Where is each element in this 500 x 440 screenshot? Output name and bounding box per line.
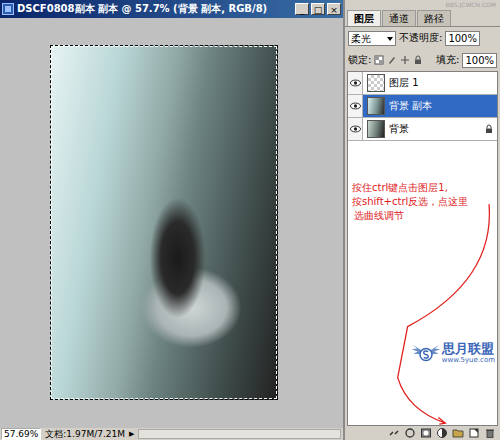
panel-tab[interactable]: 路径 bbox=[417, 10, 451, 26]
watermark-name: 思月联盟 bbox=[442, 341, 494, 356]
opacity-label: 不透明度: bbox=[399, 31, 442, 45]
blend-mode-dropdown[interactable]: 柔光 bbox=[348, 31, 396, 46]
layer-list-empty-area: 按住ctrl键点击图层1,按shift+ctrl反选，点这里选曲线调节思月联盟w… bbox=[348, 141, 497, 425]
canvas-area bbox=[0, 18, 343, 428]
adjustment-layer-icon[interactable] bbox=[436, 427, 448, 439]
window-buttons: _□× bbox=[295, 3, 341, 15]
opacity-field[interactable]: 100% bbox=[445, 31, 480, 46]
lock-move-icon[interactable] bbox=[400, 55, 410, 65]
visibility-toggle[interactable] bbox=[348, 72, 363, 94]
blend-row: 柔光不透明度:100% bbox=[345, 27, 500, 49]
arrow-icon bbox=[348, 141, 497, 425]
visibility-toggle[interactable] bbox=[348, 95, 363, 117]
layer-name: 图层 1 bbox=[389, 76, 494, 90]
winged-s-logo-icon bbox=[411, 341, 441, 365]
photoshop-icon bbox=[2, 3, 14, 15]
window-button[interactable]: × bbox=[327, 3, 341, 15]
annotation-line: 按住ctrl键点击图层1, bbox=[352, 181, 495, 195]
layer-row[interactable]: 背景 副本 bbox=[348, 95, 497, 118]
lock-all-icon[interactable] bbox=[413, 55, 423, 65]
photoshop-screen: DSCF0808副本 副本 @ 57.7% (背景 副本, RGB/8)_□× 5… bbox=[0, 0, 500, 440]
layer-list: 图层 1 背景 副本背景按住ctrl键点击图层1,按shift+ctrl反选，点这… bbox=[347, 71, 498, 426]
lock-row: 锁定: 填充:100% bbox=[345, 49, 500, 71]
lock-brush-icon[interactable] bbox=[387, 55, 397, 65]
watermark-text: BBS.JCWCN.COM bbox=[446, 1, 496, 9]
layer-style-icon[interactable] bbox=[404, 427, 416, 439]
eye-icon bbox=[350, 79, 361, 87]
watermark-url: www.5yue.com bbox=[442, 356, 495, 365]
layer-row[interactable]: 图层 1 bbox=[348, 72, 497, 95]
status-bar: 57.69% 文档:1.97M/7.21M ▶ bbox=[0, 428, 343, 440]
annotation: 按住ctrl键点击图层1,按shift+ctrl反选，点这里选曲线调节 bbox=[348, 141, 497, 223]
fill-field[interactable]: 100% bbox=[462, 53, 497, 68]
panel-tab[interactable]: 图层 bbox=[347, 10, 381, 26]
horizontal-scrollbar[interactable] bbox=[138, 429, 341, 439]
panel-tab[interactable]: 通道 bbox=[382, 10, 416, 26]
dropdown-caret-icon bbox=[387, 37, 393, 41]
layer-thumbnail bbox=[367, 120, 385, 138]
panel-header: BBS.JCWCN.COM bbox=[345, 0, 500, 10]
panel-tabs: 图层通道路径 bbox=[345, 10, 500, 27]
lock-transparency-icon[interactable] bbox=[374, 55, 384, 65]
document-size: 文档:1.97M/7.21M bbox=[45, 428, 125, 440]
eye-icon bbox=[350, 125, 361, 133]
zoom-field[interactable]: 57.69% bbox=[1, 428, 41, 440]
watermark-name-block: 思月联盟www.5yue.com bbox=[442, 341, 495, 365]
layer-name: 背景 副本 bbox=[389, 99, 494, 113]
mask-icon[interactable] bbox=[420, 427, 432, 439]
selection-marquee bbox=[50, 45, 278, 400]
layer-name: 背景 bbox=[389, 122, 480, 136]
annotation-line: 按shift+ctrl反选，点这里 bbox=[352, 195, 495, 209]
annotation-line: 选曲线调节 bbox=[352, 209, 495, 223]
eye-icon bbox=[350, 102, 361, 110]
folder-icon[interactable] bbox=[452, 427, 464, 439]
padlock-icon bbox=[484, 124, 494, 134]
layer-thumbnail bbox=[367, 74, 385, 92]
new-layer-icon[interactable] bbox=[468, 427, 480, 439]
visibility-toggle[interactable] bbox=[348, 118, 363, 140]
layer-buttons-bar bbox=[345, 426, 500, 440]
document-window: DSCF0808副本 副本 @ 57.7% (背景 副本, RGB/8)_□× 5… bbox=[0, 0, 345, 440]
window-button[interactable]: □ bbox=[311, 3, 325, 15]
lock-label: 锁定: bbox=[348, 53, 371, 67]
trash-icon[interactable] bbox=[484, 427, 496, 439]
layers-panel: BBS.JCWCN.COM图层通道路径柔光不透明度:100%锁定:填充:100%… bbox=[345, 0, 500, 440]
window-button[interactable]: _ bbox=[295, 3, 309, 15]
layer-row[interactable]: 背景 bbox=[348, 118, 497, 141]
status-menu-arrow[interactable]: ▶ bbox=[129, 430, 134, 438]
photo[interactable] bbox=[50, 45, 278, 400]
window-title: DSCF0808副本 副本 @ 57.7% (背景 副本, RGB/8) bbox=[17, 2, 292, 16]
layer-thumbnail bbox=[367, 97, 385, 115]
watermark-logo: 思月联盟www.5yue.com bbox=[411, 341, 495, 365]
title-bar[interactable]: DSCF0808副本 副本 @ 57.7% (背景 副本, RGB/8)_□× bbox=[0, 0, 343, 18]
fill-label: 填充: bbox=[436, 53, 459, 67]
link-icon[interactable] bbox=[388, 427, 400, 439]
